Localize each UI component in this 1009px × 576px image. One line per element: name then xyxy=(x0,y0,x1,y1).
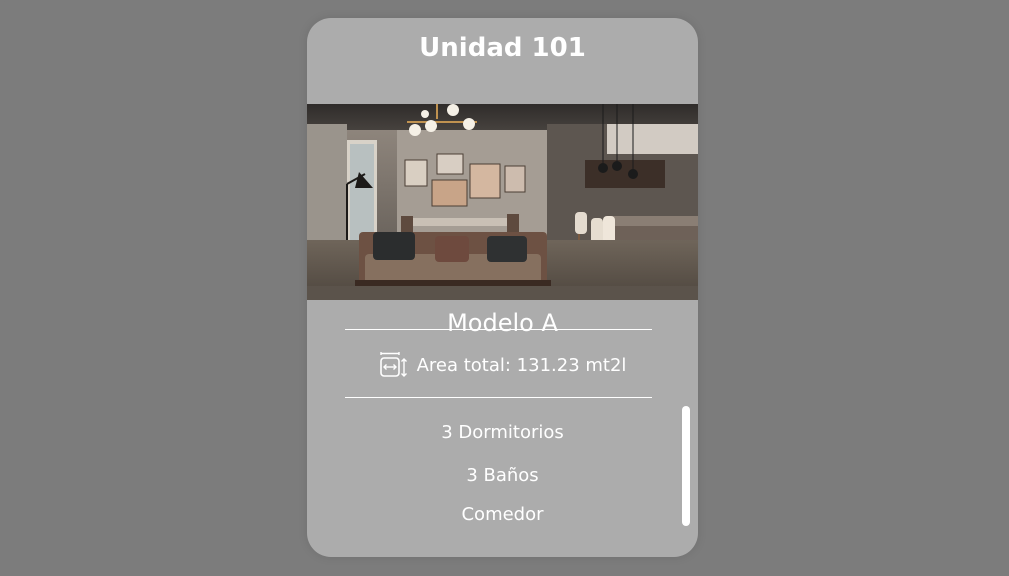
area-dimensions-icon xyxy=(379,352,407,377)
feature-bathrooms: 3 Baños xyxy=(466,465,539,486)
feature-dining-room: Comedor xyxy=(461,504,544,525)
unit-title: Unidad 101 xyxy=(419,33,586,63)
scrollbar-thumb[interactable] xyxy=(682,406,690,526)
feature-bedrooms: 3 Dormitorios xyxy=(441,422,564,443)
area-row: Area total: 131.23 mt2l xyxy=(307,352,698,380)
model-name: Modelo A xyxy=(447,309,558,337)
area-label: Area total: 131.23 mt2l xyxy=(416,355,627,376)
unit-card[interactable]: Unidad 101 Modelo A Area total: 131.23 m… xyxy=(307,18,698,557)
divider-bottom xyxy=(345,397,652,398)
unit-photo xyxy=(307,104,698,300)
living-room-illustration xyxy=(307,104,698,300)
divider-top xyxy=(345,329,652,330)
viewport-background: Unidad 101 Modelo A Area total: 131.23 m… xyxy=(0,0,1009,576)
